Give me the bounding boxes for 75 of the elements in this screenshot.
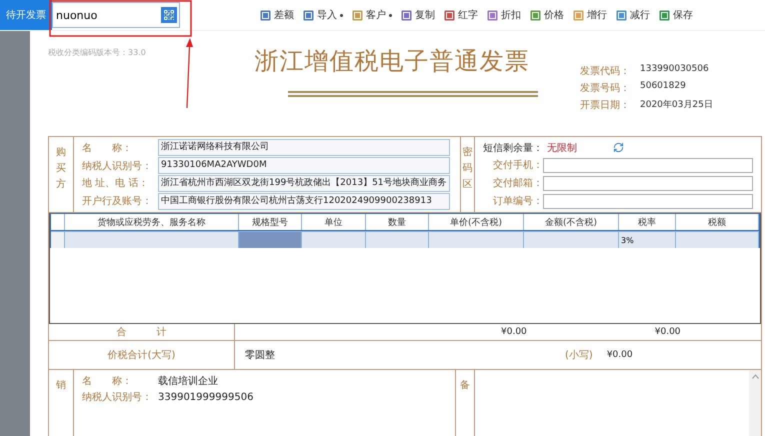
buyer-label: 购买方 [56, 146, 66, 192]
toolbar-button[interactable]: 减行 [614, 8, 652, 22]
sms-label: 短信剩余量： [483, 142, 543, 154]
field-label: 纳税人识别号： [82, 160, 153, 173]
toolbar-button[interactable]: 保存 [657, 8, 695, 22]
table-cell[interactable] [429, 231, 524, 248]
input-field[interactable]: 浙江省杭州市西湖区双龙街199号杭政储出【2013】51号地块商业商务 [158, 174, 450, 192]
refresh-icon[interactable] [613, 142, 624, 153]
scroll-up-icon[interactable] [752, 374, 758, 379]
input-field[interactable] [543, 158, 753, 172]
version-text: 税收分类编码版本号：33.0 [48, 47, 146, 58]
meta-value: 133990030506 [640, 64, 709, 76]
column-header: 数量 [366, 214, 429, 230]
amount-in-words: 零圆整 [245, 349, 275, 362]
field-label: 开户行及账号： [82, 194, 153, 208]
meta-label: 发票代码： [580, 65, 631, 78]
field-label: 交付邮箱： [492, 176, 543, 190]
table-cell[interactable] [366, 231, 429, 248]
table-cell[interactable]: 3% [619, 231, 676, 248]
column-header: 单价(不含税) [429, 214, 524, 230]
meta-label: 开票日期： [580, 98, 631, 112]
search-field[interactable]: nuonuo [52, 2, 180, 28]
grand-total-amount: ¥0.00 [606, 350, 633, 360]
toolbar-button[interactable]: 红字 [442, 8, 480, 22]
field-label: 地 址、电 话： [82, 176, 150, 190]
invoice-title: 浙江增值税电子普通发票 [254, 46, 530, 77]
dropdown-dot-icon [340, 14, 343, 16]
cipher-area-label: 密码区 [462, 146, 472, 192]
meta-label: 发票号码： [580, 82, 631, 95]
field-label: 订单编号： [492, 194, 543, 208]
column-header: 单位 [302, 214, 366, 230]
sms-value: 无限制 [547, 142, 577, 154]
total-tax: ¥0.00 [654, 327, 681, 337]
field-label: 交付手机： [492, 158, 543, 172]
total-label: 合 计 [49, 324, 235, 340]
total-amount: ¥0.00 [501, 327, 527, 337]
toolbar-button[interactable]: 差额 [258, 8, 296, 22]
table-cell[interactable] [65, 231, 239, 248]
remarks-label: 备 [460, 379, 470, 393]
row-marker-cell [51, 231, 65, 248]
toolbar-button[interactable]: 复制 [399, 8, 437, 22]
toolbar-button[interactable]: 增行 [571, 8, 609, 22]
table-cell[interactable] [524, 231, 619, 248]
table-cell[interactable] [676, 231, 759, 248]
column-header: 金额(不含税) [524, 214, 619, 230]
meta-value: 50601829 [640, 81, 686, 93]
qr-code-icon[interactable] [161, 7, 177, 23]
field-value: 载信培训企业 [158, 374, 218, 388]
field-label: 名 称： [82, 142, 133, 155]
column-header: 规格型号 [239, 214, 302, 230]
scrollbar[interactable] [749, 370, 761, 436]
input-field[interactable] [543, 194, 753, 208]
field-label: 名 称： [82, 375, 133, 388]
dropdown-dot-icon [389, 14, 392, 16]
toolbar-button[interactable]: 折扣 [485, 8, 523, 22]
meta-value: 2020年03月25日 [640, 98, 713, 112]
grand-total-label: 价税合计(大写) [49, 341, 235, 369]
field-value: 339901999999506 [158, 392, 254, 402]
input-field[interactable]: 浙江诺诺网络科技有限公司 [158, 139, 450, 156]
toolbar-button[interactable]: 客户 [350, 8, 394, 22]
pending-invoice-button[interactable]: 待开发票 [0, 0, 52, 30]
column-header: 税额 [676, 214, 759, 230]
table-cell[interactable] [302, 231, 366, 248]
column-header: 税率 [619, 214, 676, 230]
arrow [186, 38, 193, 108]
input-field[interactable]: 91330106MA2AYWD0M [158, 157, 450, 174]
field-label: 纳税人识别号： [82, 390, 153, 404]
input-field[interactable]: 中国工商银行股份有限公司杭州古荡支行1202024909900238913 [158, 192, 450, 210]
toolbar-button[interactable]: 价格 [528, 8, 566, 22]
column-header: 货物或应税劳务、服务名称 [65, 214, 239, 230]
toolbar-button[interactable]: 导入 [301, 8, 345, 22]
seller-label: 销 [56, 379, 66, 393]
input-field[interactable] [543, 176, 753, 190]
table-cell[interactable] [239, 231, 302, 248]
lowercase-label: (小写) [565, 348, 593, 362]
